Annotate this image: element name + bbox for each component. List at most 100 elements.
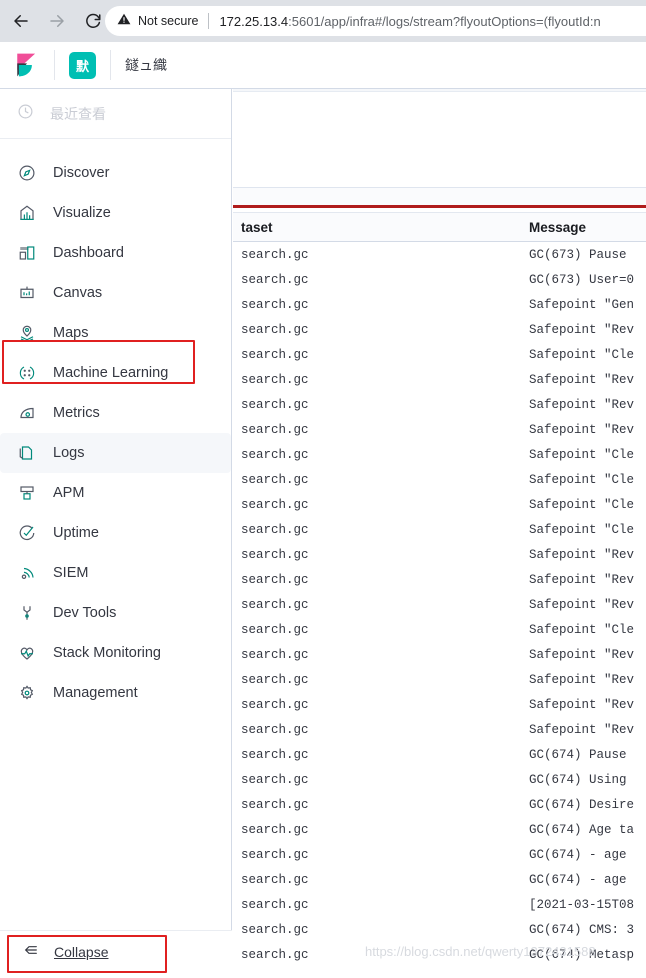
cell-dataset: search.gc xyxy=(241,647,309,662)
table-row[interactable]: search.gc Safepoint "Rev xyxy=(233,542,646,567)
sidebar-item-maps[interactable]: Maps xyxy=(0,313,231,353)
cell-message: Safepoint "Cle xyxy=(529,497,635,512)
table-row[interactable]: search.gc GC(674) CMS: 3 xyxy=(233,917,646,942)
clock-icon xyxy=(17,103,34,125)
table-row[interactable]: search.gc GC(674) Metasp xyxy=(233,942,646,967)
address-bar[interactable]: Not secure 172.25.13.4:5601/app/infra#/l… xyxy=(105,6,646,36)
table-row[interactable]: search.gc Safepoint "Cle xyxy=(233,517,646,542)
reload-icon xyxy=(84,12,102,30)
table-row[interactable]: search.gc Safepoint "Rev xyxy=(233,717,646,742)
sidebar-item-label: Metrics xyxy=(53,405,100,421)
sidebar-item-management[interactable]: Management xyxy=(0,673,231,713)
collapse-button[interactable]: Collapse xyxy=(14,935,154,969)
forward-button[interactable] xyxy=(42,6,72,36)
table-row[interactable]: search.gc Safepoint "Rev xyxy=(233,667,646,692)
column-header-dataset: taset xyxy=(241,219,273,235)
table-row[interactable]: search.gc Safepoint "Rev xyxy=(233,642,646,667)
heartbeat-icon xyxy=(17,644,37,662)
sidebar-item-stack-monitoring[interactable]: Stack Monitoring xyxy=(0,633,231,673)
table-row[interactable]: search.gc GC(674) - age xyxy=(233,842,646,867)
cell-dataset: search.gc xyxy=(241,597,309,612)
sidebar-item-apm[interactable]: APM xyxy=(0,473,231,513)
sidebar-item-list: Discover Visualize Dashboard Canvas Maps… xyxy=(0,139,231,713)
table-row[interactable]: search.gc [2021-03-15T08 xyxy=(233,892,646,917)
sidebar-item-label: Machine Learning xyxy=(53,365,169,381)
table-row[interactable]: search.gc Safepoint "Rev xyxy=(233,417,646,442)
cell-message: GC(674) - age xyxy=(529,847,627,862)
cell-message: [2021-03-15T08 xyxy=(529,897,635,912)
table-row[interactable]: search.gc GC(673) Pause xyxy=(233,242,646,267)
cell-dataset: search.gc xyxy=(241,747,309,762)
table-row[interactable]: search.gc GC(674) - age xyxy=(233,867,646,892)
table-row[interactable]: search.gc Safepoint "Cle xyxy=(233,442,646,467)
cell-dataset: search.gc xyxy=(241,372,309,387)
url-host: 172.25.13.4 xyxy=(219,13,289,29)
sidebar-item-siem[interactable]: SIEM xyxy=(0,553,231,593)
cell-dataset: search.gc xyxy=(241,472,309,487)
space-badge[interactable]: 默 xyxy=(69,51,96,79)
app-root: Not secure 172.25.13.4:5601/app/infra#/l… xyxy=(0,0,646,978)
logs-document-icon xyxy=(17,444,37,462)
sidebar-item-metrics[interactable]: Metrics xyxy=(0,393,231,433)
cell-dataset: search.gc xyxy=(241,447,309,462)
filter-bar-area[interactable] xyxy=(233,92,646,187)
table-row[interactable]: search.gc GC(673) User=0 xyxy=(233,267,646,292)
table-row[interactable]: search.gc GC(674) Pause xyxy=(233,742,646,767)
kibana-header: 默 鐩ュ織 xyxy=(0,42,646,89)
cell-message: Safepoint "Rev xyxy=(529,672,635,687)
sidebar-item-logs[interactable]: Logs xyxy=(0,433,231,473)
cell-message: GC(674) CMS: 3 xyxy=(529,922,635,937)
table-row[interactable]: search.gc Safepoint "Rev xyxy=(233,392,646,417)
dashboard-grid-icon xyxy=(17,244,37,262)
wrench-icon xyxy=(17,604,37,622)
cell-message: Safepoint "Rev xyxy=(529,547,635,562)
table-row[interactable]: search.gc Safepoint "Rev xyxy=(233,317,646,342)
cell-dataset: search.gc xyxy=(241,872,309,887)
cell-dataset: search.gc xyxy=(241,672,309,687)
minimap-chart-strip[interactable] xyxy=(233,187,646,205)
table-row[interactable]: search.gc Safepoint "Rev xyxy=(233,692,646,717)
table-row[interactable]: search.gc GC(674) Age ta xyxy=(233,817,646,842)
cell-dataset: search.gc xyxy=(241,697,309,712)
table-row[interactable]: search.gc Safepoint "Rev xyxy=(233,567,646,592)
table-row[interactable]: search.gc Safepoint "Cle xyxy=(233,467,646,492)
cell-dataset: search.gc xyxy=(241,947,309,962)
table-row[interactable]: search.gc GC(674) Using xyxy=(233,767,646,792)
sidebar-item-discover[interactable]: Discover xyxy=(0,153,231,193)
cell-message: GC(673) User=0 xyxy=(529,272,635,287)
collapse-label: Collapse xyxy=(54,944,109,960)
cell-message: GC(674) Age ta xyxy=(529,822,635,837)
table-row[interactable]: search.gc Safepoint "Cle xyxy=(233,342,646,367)
sidebar-item-machine-learning[interactable]: Machine Learning xyxy=(0,353,231,393)
table-row[interactable]: search.gc Safepoint "Rev xyxy=(233,592,646,617)
sidebar-item-dashboard[interactable]: Dashboard xyxy=(0,233,231,273)
cell-message: Safepoint "Rev xyxy=(529,322,635,337)
sidebar-item-canvas[interactable]: Canvas xyxy=(0,273,231,313)
cell-message: GC(674) Pause xyxy=(529,747,627,762)
cell-message: Safepoint "Cle xyxy=(529,472,635,487)
header-divider-1 xyxy=(54,50,55,80)
cell-dataset: search.gc xyxy=(241,322,309,337)
sidebar-footer: Collapse xyxy=(0,930,232,978)
table-row[interactable]: search.gc Safepoint "Cle xyxy=(233,617,646,642)
table-row[interactable]: search.gc GC(674) Desire xyxy=(233,792,646,817)
cell-message: GC(674) Desire xyxy=(529,797,635,812)
logs-stream-panel: taset Message search.gc GC(673) Pause sear… xyxy=(233,89,646,978)
kibana-logo-icon[interactable] xyxy=(14,52,40,78)
reload-button[interactable] xyxy=(78,6,108,36)
back-button[interactable] xyxy=(6,6,36,36)
sidebar-item-dev-tools[interactable]: Dev Tools xyxy=(0,593,231,633)
security-status-label: Not secure xyxy=(138,14,199,28)
sidebar-item-label: Dev Tools xyxy=(53,605,117,621)
cell-dataset: search.gc xyxy=(241,497,309,512)
table-row[interactable]: search.gc Safepoint "Cle xyxy=(233,492,646,517)
table-row[interactable]: search.gc Safepoint "Rev xyxy=(233,367,646,392)
sidebar-item-uptime[interactable]: Uptime xyxy=(0,513,231,553)
arrow-left-icon xyxy=(12,12,30,30)
cell-message: Safepoint "Rev xyxy=(529,397,635,412)
table-row[interactable]: search.gc Safepoint "Gen xyxy=(233,292,646,317)
sidebar-item-recently-viewed[interactable]: 最近查看 xyxy=(0,89,231,139)
sidebar-item-visualize[interactable]: Visualize xyxy=(0,193,231,233)
cell-message: Safepoint "Rev xyxy=(529,422,635,437)
url-text: 172.25.13.4:5601/app/infra#/logs/stream?… xyxy=(219,14,600,29)
